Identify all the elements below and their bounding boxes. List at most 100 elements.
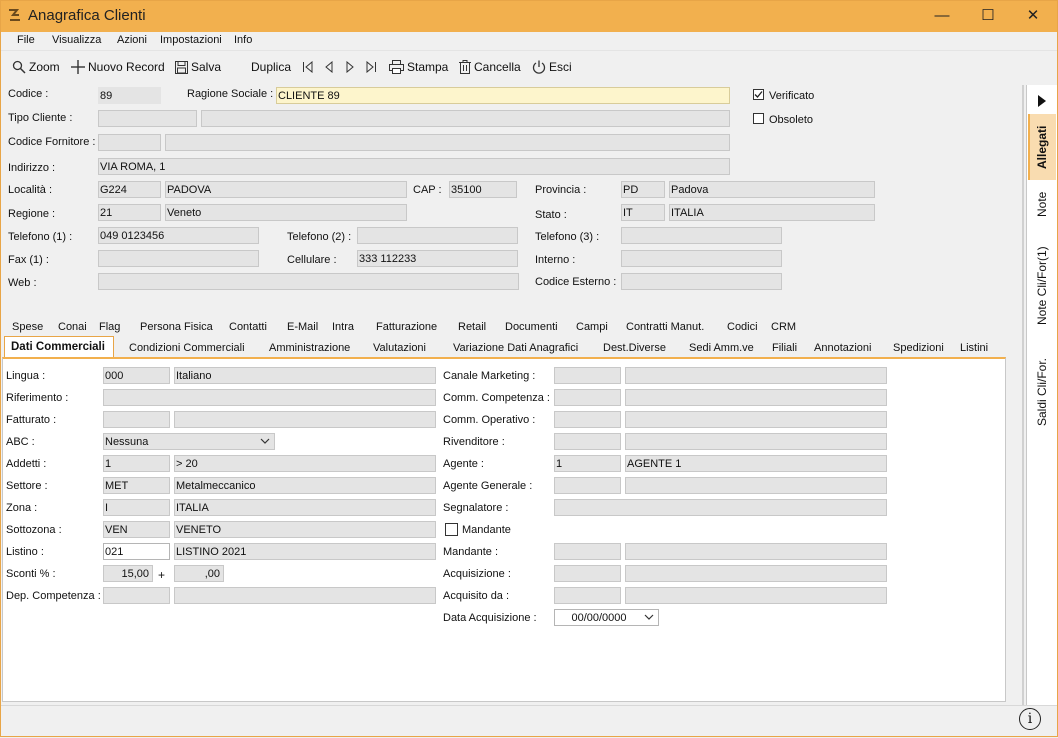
canale-marketing-field[interactable] — [625, 367, 887, 384]
lingua-field[interactable]: Italiano — [174, 367, 436, 384]
side-tab-allegati[interactable]: Allegati — [1028, 114, 1056, 180]
tab-dati-commerciali[interactable]: Dati Commerciali — [4, 336, 114, 357]
indirizzo-field[interactable]: VIA ROMA, 1 — [98, 158, 730, 175]
acquisito-da-field[interactable] — [625, 587, 887, 604]
tab-contratti-manut[interactable]: Contratti Manut. — [626, 321, 704, 333]
agente-generale-code-field[interactable] — [554, 477, 621, 494]
agente-code-field[interactable]: 1 — [554, 455, 621, 472]
regione-code-field[interactable]: 21 — [98, 204, 161, 221]
previous-record-icon[interactable] — [323, 61, 335, 73]
tab-annotazioni[interactable]: Annotazioni — [814, 342, 872, 354]
codice-esterno-field[interactable] — [621, 273, 782, 290]
tab-persona-fisica[interactable]: Persona Fisica — [140, 321, 213, 333]
comm-operativo-field[interactable] — [625, 411, 887, 428]
expand-panel-icon[interactable] — [1037, 94, 1047, 108]
acquisizione-code-field[interactable] — [554, 565, 621, 582]
telefono2-field[interactable] — [357, 227, 518, 244]
comm-operativo-code-field[interactable] — [554, 411, 621, 428]
delete-button[interactable]: Cancella — [459, 58, 521, 76]
tab-retail[interactable]: Retail — [458, 321, 486, 333]
next-record-icon[interactable] — [344, 61, 356, 73]
tab-dest-diverse[interactable]: Dest.Diverse — [603, 342, 666, 354]
stato-field[interactable]: ITALIA — [669, 204, 875, 221]
sottozona-code-field[interactable]: VEN — [103, 521, 170, 538]
listino-field[interactable]: LISTINO 2021 — [174, 543, 436, 560]
dep-competenza-code-field[interactable] — [103, 587, 170, 604]
sottozona-field[interactable]: VENETO — [174, 521, 436, 538]
new-record-button[interactable]: Nuovo Record — [71, 58, 165, 76]
sconto2-field[interactable]: ,00 — [174, 565, 224, 582]
save-button[interactable]: Salva — [175, 58, 221, 76]
telefono3-field[interactable] — [621, 227, 782, 244]
menu-impostazioni[interactable]: Impostazioni — [160, 34, 222, 46]
stato-code-field[interactable]: IT — [621, 204, 665, 221]
addetti-field[interactable]: > 20 — [174, 455, 436, 472]
verificato-checkbox[interactable] — [753, 89, 764, 100]
side-tab-note-cli-for[interactable]: Note Cli/For(1) — [1028, 232, 1056, 340]
settore-code-field[interactable]: MET — [103, 477, 170, 494]
tab-listini[interactable]: Listini — [960, 342, 988, 354]
tab-codici[interactable]: Codici — [727, 321, 758, 333]
agente-generale-field[interactable] — [625, 477, 887, 494]
dep-competenza-field[interactable] — [174, 587, 436, 604]
cap-field[interactable]: 35100 — [449, 181, 517, 198]
tab-documenti[interactable]: Documenti — [505, 321, 558, 333]
tipo-cliente-desc-field[interactable] — [201, 110, 730, 127]
tab-campi[interactable]: Campi — [576, 321, 608, 333]
fatturato-field[interactable] — [174, 411, 436, 428]
segnalatore-field[interactable] — [554, 499, 887, 516]
tab-sedi-amm[interactable]: Sedi Amm.ve — [689, 342, 754, 354]
side-tab-note[interactable]: Note — [1028, 180, 1056, 228]
mandante-checkbox[interactable] — [445, 523, 458, 536]
side-tab-saldi-cli-for[interactable]: Saldi Cli/For. — [1028, 344, 1056, 440]
ragione-sociale-field[interactable]: CLIENTE 89 — [276, 87, 730, 104]
tipo-cliente-code-field[interactable] — [98, 110, 197, 127]
tab-conai[interactable]: Conai — [58, 321, 87, 333]
exit-button[interactable]: Esci — [532, 58, 572, 76]
data-acquisizione-field[interactable]: 00/00/0000 — [554, 609, 659, 626]
codice-fornitore-desc-field[interactable] — [165, 134, 730, 151]
tab-intra[interactable]: Intra — [332, 321, 354, 333]
codice-field[interactable]: 89 — [98, 87, 161, 104]
menu-info[interactable]: Info — [234, 34, 252, 46]
menu-file[interactable]: File — [17, 34, 35, 46]
mandante-field[interactable] — [625, 543, 887, 560]
tab-variazione-dati-anagrafici[interactable]: Variazione Dati Anagrafici — [453, 342, 578, 354]
fatturato-code-field[interactable] — [103, 411, 170, 428]
riferimento-field[interactable] — [103, 389, 436, 406]
minimize-button[interactable]: — — [930, 4, 954, 28]
acquisizione-field[interactable] — [625, 565, 887, 582]
obsoleto-checkbox[interactable] — [753, 113, 764, 124]
agente-field[interactable]: AGENTE 1 — [625, 455, 887, 472]
zona-code-field[interactable]: I — [103, 499, 170, 516]
menu-azioni[interactable]: Azioni — [117, 34, 147, 46]
web-field[interactable] — [98, 273, 519, 290]
maximize-button[interactable]: ☐ — [976, 4, 1000, 28]
tab-spedizioni[interactable]: Spedizioni — [893, 342, 944, 354]
codice-fornitore-code-field[interactable] — [98, 134, 161, 151]
print-button[interactable]: Stampa — [389, 58, 448, 76]
abc-select[interactable]: Nessuna — [103, 433, 275, 450]
close-button[interactable]: ✕ — [1021, 4, 1045, 28]
info-icon[interactable]: i — [1019, 708, 1041, 730]
first-record-icon[interactable] — [302, 61, 314, 73]
menu-visualizza[interactable]: Visualizza — [52, 34, 101, 46]
canale-marketing-code-field[interactable] — [554, 367, 621, 384]
tab-valutazioni[interactable]: Valutazioni — [373, 342, 426, 354]
tab-fatturazione[interactable]: Fatturazione — [376, 321, 437, 333]
telefono1-field[interactable]: 049 0123456 — [98, 227, 259, 244]
interno-field[interactable] — [621, 250, 782, 267]
tab-filiali[interactable]: Filiali — [772, 342, 797, 354]
scrollbar[interactable] — [1022, 85, 1024, 705]
provincia-code-field[interactable]: PD — [621, 181, 665, 198]
duplicate-button[interactable]: Duplica — [251, 58, 291, 76]
localita-code-field[interactable]: G224 — [98, 181, 161, 198]
zona-field[interactable]: ITALIA — [174, 499, 436, 516]
tab-flag[interactable]: Flag — [99, 321, 120, 333]
addetti-code-field[interactable]: 1 — [103, 455, 170, 472]
rivenditore-field[interactable] — [625, 433, 887, 450]
regione-field[interactable]: Veneto — [165, 204, 407, 221]
settore-field[interactable]: Metalmeccanico — [174, 477, 436, 494]
provincia-field[interactable]: Padova — [669, 181, 875, 198]
sconto1-field[interactable]: 15,00 — [103, 565, 153, 582]
